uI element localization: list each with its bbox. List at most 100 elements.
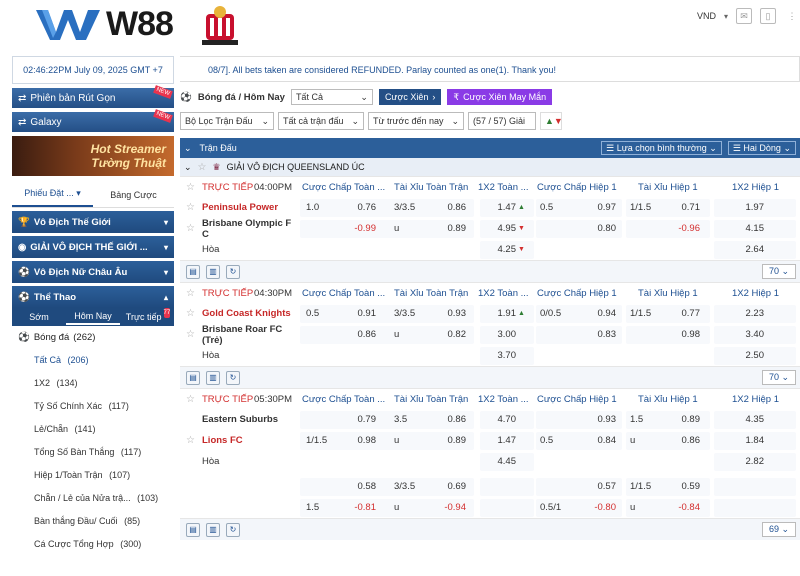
lite-version-button[interactable]: ⇄ Phiên bản Rút Gọn NEW [12,85,174,108]
odds-cell[interactable]: 2.82 [720,452,765,472]
odds-cell[interactable]: 1.47 [484,198,517,218]
w88-logo-icon[interactable] [36,8,100,42]
odds-cell[interactable]: -0.84 [670,498,700,518]
odds-cell[interactable]: 3.40 [720,325,765,345]
stats-table-icon[interactable]: ▤ [186,370,200,385]
odds-cell[interactable]: 0.71 [670,198,701,218]
lines-select[interactable]: ☰ Hai Dòng ⌄ [727,141,796,155]
collapse-icon[interactable]: ⌄ [184,143,192,154]
odds-cell[interactable]: 0.58 [340,477,377,497]
tab-live[interactable]: Trực tiếp 77 [120,308,174,324]
bar-chart-icon[interactable]: ▥ [206,370,220,385]
sort-icon[interactable]: ▲ ▼ [540,112,563,130]
mobile-icon[interactable]: ▯ [760,8,776,24]
sidebar-category-item[interactable]: Hiệp 1/Toàn Trận (107) [12,463,174,486]
odds-cell[interactable]: 4.25 [484,240,517,260]
brand-logo[interactable]: W88 [106,5,174,44]
sidebar-category-item[interactable]: Chẵn / Lẻ của Nửa trậ... (103) [12,486,174,509]
odds-cell[interactable]: 4.95 [484,219,517,239]
odds-cell[interactable]: 0.93 [434,304,467,324]
tab-my-bets[interactable]: Bảng Cược [93,184,174,206]
lucky-parlay-button[interactable]: ₹ Cược Xiên May Mắn [447,89,553,105]
odds-cell[interactable]: 0.79 [340,410,377,430]
bar-chart-icon[interactable]: ▥ [206,522,220,537]
odds-cell[interactable]: 2.64 [720,240,765,260]
odds-cell[interactable]: 3.00 [484,325,517,345]
sidebar-group-world-championship[interactable]: ◉ GIẢI VÔ ĐỊCH THẾ GIỚI ... ▾ [12,236,174,258]
odds-cell[interactable]: -0.94 [434,498,466,518]
star-icon[interactable]: ☆ [186,431,195,451]
more-markets-button[interactable]: 69 ⌄ [761,522,796,537]
odds-cell[interactable]: 0.77 [670,304,701,324]
odds-cell[interactable]: 0.82 [434,325,467,345]
stats-table-icon[interactable]: ▤ [186,264,200,279]
sidebar-category-item[interactable]: Bàn thắng Đầu/ Cuối (85) [12,509,174,532]
all-matches-select[interactable]: Tất cả trận đấu ⌄ [278,112,364,130]
odds-cell[interactable]: 0.89 [434,219,467,239]
sidebar-category-item[interactable]: Cá Cược Tổng Hợp (300) [12,532,174,555]
match-filter-select[interactable]: Bộ Lọc Trận Đấu ⌄ [180,112,274,130]
sidebar-category-item[interactable]: Lẻ/Chẵn (141) [12,417,174,440]
odds-cell[interactable]: 1.91 [484,304,517,324]
league-header[interactable]: ⌄ ☆ ♛ GIẢI VÔ ĐỊCH QUEENSLAND ÚC [180,158,800,176]
sidebar-category-item[interactable]: Tổng Số Bàn Thắng (117) [12,440,174,463]
star-icon[interactable]: ☆ [186,304,195,324]
odds-cell[interactable]: 0.57 [586,477,617,497]
refresh-icon[interactable]: ↻ [226,522,240,537]
odds-cell[interactable]: 2.23 [720,304,765,324]
hot-streamer-banner[interactable]: Hot Streamer Tường Thuật [12,136,174,176]
odds-cell[interactable]: 0.91 [340,304,377,324]
refresh-icon[interactable]: ↻ [226,370,240,385]
odds-cell[interactable]: 4.45 [484,452,517,472]
tab-today[interactable]: Hôm Nay [66,309,120,325]
sport-football[interactable]: ⚽ Bóng đá (262) [12,326,174,348]
odds-cell[interactable]: 0.80 [586,219,617,239]
odds-cell[interactable]: 0.89 [434,431,467,451]
tab-early[interactable]: Sớm [12,310,66,324]
odds-cell[interactable]: 0.94 [586,304,617,324]
currency-selector[interactable]: VND [697,11,716,21]
odds-cell[interactable]: 0.84 [586,431,617,451]
odds-cell[interactable]: 0.89 [670,410,701,430]
refresh-icon[interactable]: ↻ [226,264,240,279]
sidebar-group-sports[interactable]: ⚽ Thể Thao ▴ [12,286,174,308]
odds-cell[interactable]: 0.69 [434,477,467,497]
odds-cell[interactable]: 1.47 [484,431,517,451]
menu-icon[interactable]: ⋮ [784,8,800,24]
star-icon[interactable]: ☆ [186,198,195,218]
odds-view-select[interactable]: ☰ Lựa chọn bình thường ⌄ [601,141,722,155]
star-icon[interactable]: ☆ [186,389,195,409]
odds-cell[interactable]: 0.93 [586,410,617,430]
stats-table-icon[interactable]: ▤ [186,522,200,537]
odds-cell[interactable]: 0.98 [670,325,701,345]
chevron-down-icon[interactable]: ▾ [724,12,728,21]
time-range-select[interactable]: Từ trước đến nay ⌄ [368,112,464,130]
sidebar-category-item[interactable]: Tất Cả (206) [12,348,174,371]
star-icon[interactable]: ☆ [186,219,195,239]
market-select[interactable]: Tất Cả ⌄ [290,89,373,105]
odds-cell[interactable]: 0.86 [340,325,377,345]
sidebar-category-item[interactable]: 1X2 (134) [12,371,174,394]
odds-cell[interactable]: 0.86 [670,431,701,451]
odds-cell[interactable]: 0.86 [434,198,467,218]
odds-cell[interactable]: 4.70 [484,410,517,430]
galaxy-button[interactable]: ⇄ Galaxy NEW [12,109,174,132]
odds-cell[interactable]: 3.70 [484,346,517,366]
odds-cell[interactable]: -0.81 [340,498,376,518]
promo-icon[interactable]: ✉ [736,8,752,24]
odds-cell[interactable]: 0.76 [340,198,377,218]
odds-cell[interactable]: 2.50 [720,346,765,366]
odds-cell[interactable]: 1.97 [720,198,765,218]
tab-betslip[interactable]: Phiếu Đặt ... ▾ [12,182,93,207]
star-icon[interactable]: ☆ [186,283,195,303]
odds-cell[interactable]: 0.59 [670,477,701,497]
parlay-button[interactable]: Cược Xiên › [378,89,442,105]
odds-cell[interactable]: 0.83 [586,325,617,345]
odds-cell[interactable]: -0.99 [340,219,376,239]
sidebar-group-world-cup[interactable]: 🏆 Vô Địch Thế Giới ▾ [12,211,174,233]
odds-cell[interactable]: 1.84 [720,431,765,451]
more-markets-button[interactable]: 70 ⌄ [761,264,796,279]
bar-chart-icon[interactable]: ▥ [206,264,220,279]
league-count[interactable]: (57 / 57) Giải [468,112,536,130]
odds-cell[interactable]: 0.97 [586,198,617,218]
